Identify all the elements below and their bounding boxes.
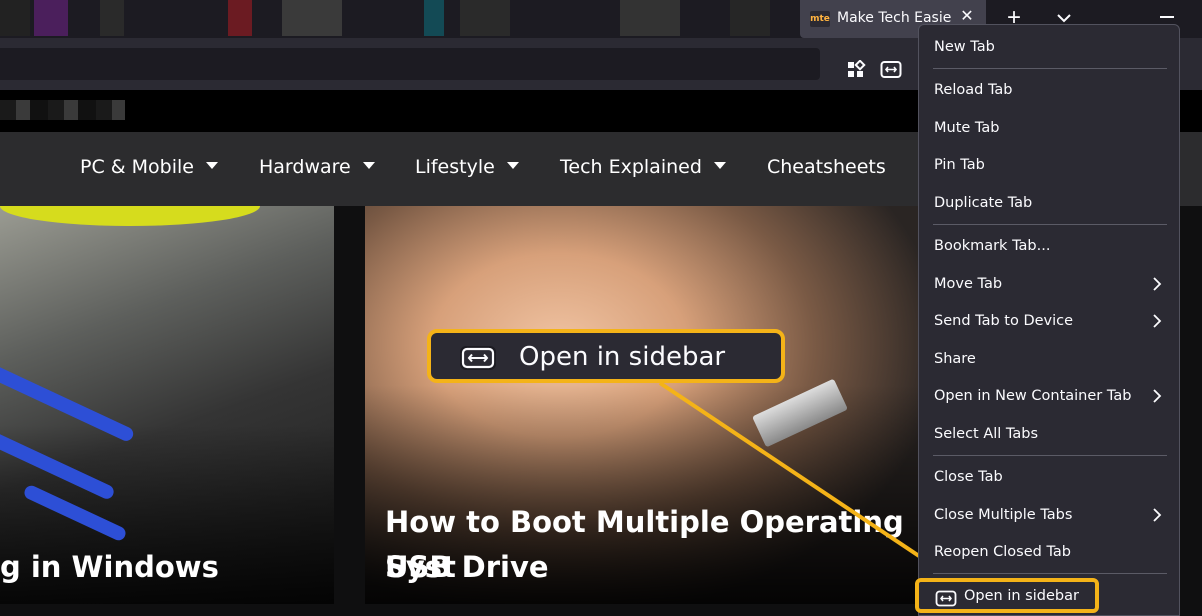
article-title[interactable]: g in Windows [0,545,219,590]
pixelated-tab[interactable] [730,0,770,36]
nav-item-label: Cheatsheets [767,156,886,178]
nav-item-pc-mobile[interactable]: PC & Mobile [80,156,218,178]
menu-item-label: Pin Tab [934,157,985,173]
caret-down-icon [205,162,218,169]
caret-down-icon [506,162,519,169]
pixelated-tab[interactable] [620,0,680,36]
menu-item-label: Reload Tab [934,82,1013,98]
pixelated-region [0,100,125,120]
menu-item-label: Share [934,351,976,367]
open-in-sidebar-callout: Open in sidebar [427,329,785,383]
chevron-right-icon [1151,388,1163,404]
menu-item-label: Reopen Closed Tab [934,544,1071,560]
nav-item-label: Tech Explained [560,156,702,178]
cable-image-detail [0,362,136,444]
menu-item-label: Close Multiple Tabs [934,507,1073,523]
menu-item-mute-tab[interactable]: Mute Tab [934,120,999,136]
nav-item-tech-explained[interactable]: Tech Explained [560,156,726,178]
pixelated-tab[interactable] [460,0,510,36]
menu-item-new-tab[interactable]: New Tab [934,39,995,55]
menu-item-label: Move Tab [934,276,1003,292]
menu-separator [933,68,1167,69]
url-bar[interactable] [0,48,820,80]
extensions-grid-icon[interactable] [846,59,868,82]
menu-item-select-all-tabs[interactable]: Select All Tabs [934,426,1038,442]
caret-down-icon [362,162,375,169]
site-favicon-icon: mte [810,11,830,27]
nav-item-label: PC & Mobile [80,156,194,178]
menu-separator [933,573,1167,574]
usb-drive-image [752,378,848,448]
menu-item-label: Close Tab [934,469,1003,485]
cable-image-detail [0,206,260,226]
cable-image-detail [0,424,116,502]
pixelated-tab[interactable] [100,0,124,36]
article-card-right[interactable]: How to Boot Multiple Operating Syst USB … [365,206,920,604]
pixelated-tab[interactable] [282,0,342,36]
chevron-right-icon [1151,276,1163,292]
menu-item-share[interactable]: Share [934,351,976,367]
menu-item-label: Open in New Container Tab [934,388,1132,404]
menu-item-move-tab[interactable]: Move Tab [934,276,1002,292]
nav-item-lifestyle[interactable]: Lifestyle [415,156,519,178]
pixelated-tab[interactable] [0,0,30,36]
menu-item-close-multiple-tabs[interactable]: Close Multiple Tabs [934,507,1072,523]
menu-item-label: Send Tab to Device [934,313,1074,329]
chevron-right-icon [1151,507,1163,523]
menu-item-open-in-new-container-tab[interactable]: Open in New Container Tab [934,388,1131,404]
article-card-left[interactable]: g in Windows [0,206,334,604]
sidebar-icon [935,590,957,607]
sidebar-toggle-icon[interactable] [880,60,902,82]
menu-separator [933,455,1167,456]
menu-separator [933,224,1167,225]
tab-context-menu: New Tab Reload Tab Mute Tab Pin Tab Dupl… [915,24,1180,616]
pixelated-tab[interactable] [424,0,444,36]
callout-label: Open in sidebar [519,342,726,372]
menu-item-label: Select All Tabs [934,426,1039,442]
menu-item-label: New Tab [934,39,995,55]
pixelated-tab[interactable] [228,0,252,36]
menu-item-open-in-sidebar[interactable]: Open in sidebar [915,578,1099,613]
pixelated-tab[interactable] [34,0,68,36]
menu-item-reopen-closed-tab[interactable]: Reopen Closed Tab [934,544,1071,560]
menu-item-close-tab[interactable]: Close Tab [934,469,1003,485]
menu-item-bookmark-tab[interactable]: Bookmark Tab... [934,238,1050,254]
nav-item-hardware[interactable]: Hardware [259,156,375,178]
menu-item-label: Mute Tab [934,120,1000,136]
minimize-window-icon[interactable] [1160,16,1174,18]
article-title-line-2[interactable]: USB Drive [385,545,549,590]
nav-item-label: Lifestyle [415,156,495,178]
chevron-right-icon [1151,313,1163,329]
menu-item-label: Bookmark Tab... [934,238,1051,254]
menu-item-label: Duplicate Tab [934,195,1033,211]
nav-item-label: Hardware [259,156,351,178]
menu-item-send-tab-to-device[interactable]: Send Tab to Device [934,313,1073,329]
nav-item-cheatsheets[interactable]: Cheatsheets [767,156,886,178]
caret-down-icon [713,162,726,169]
menu-item-duplicate-tab[interactable]: Duplicate Tab [934,195,1032,211]
sidebar-icon [459,345,496,370]
menu-item-pin-tab[interactable]: Pin Tab [934,157,985,173]
menu-item-reload-tab[interactable]: Reload Tab [934,82,1013,98]
menu-item-label: Open in sidebar [964,588,1079,604]
